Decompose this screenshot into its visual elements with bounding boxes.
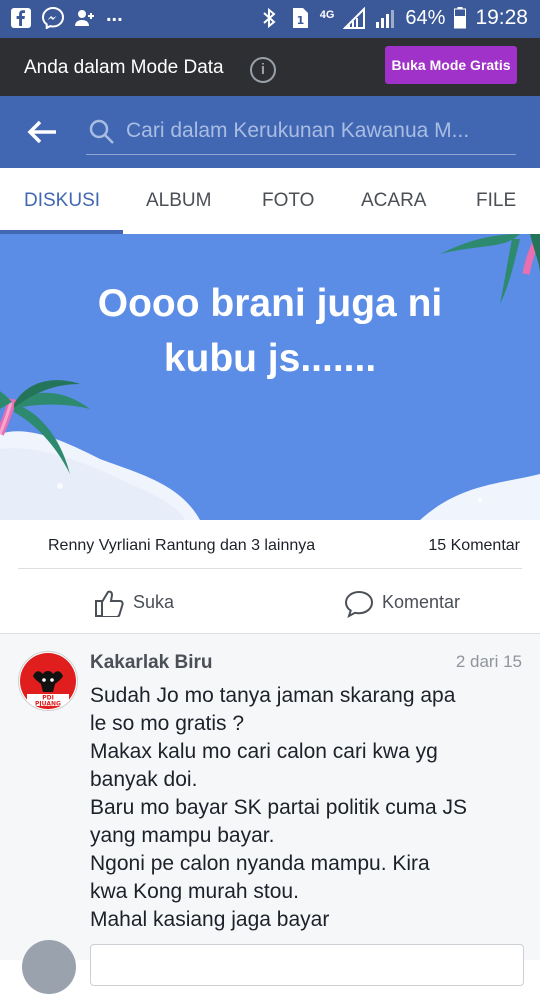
comment-line: Sudah Jo mo tanya jaman skarang apa xyxy=(90,684,456,707)
post-text: Oooo brani juga ni kubu js....... xyxy=(40,276,500,386)
tab-file[interactable]: FILE xyxy=(476,190,516,212)
tab-diskusi[interactable]: DISKUSI xyxy=(24,190,100,212)
network-type: 4G xyxy=(319,9,335,21)
facebook-icon xyxy=(11,8,31,28)
messenger-icon xyxy=(42,7,64,29)
like-icon[interactable] xyxy=(94,589,126,617)
post-text-line: kubu js....... xyxy=(163,337,377,380)
comment-line: kwa Kong murah stou. xyxy=(90,880,299,903)
back-arrow-icon[interactable] xyxy=(26,118,58,146)
signal-icon xyxy=(343,7,366,29)
clock: 19:28 xyxy=(475,6,528,29)
like-button[interactable]: Suka xyxy=(133,592,174,613)
tab-album[interactable]: ALBUM xyxy=(146,190,211,212)
divider xyxy=(18,568,522,569)
post-text-line: Oooo brani juga ni xyxy=(97,282,443,325)
add-friend-icon xyxy=(75,10,94,26)
comment-line: Mahal kasiang jaga bayar xyxy=(90,908,330,931)
signal-strength-icon xyxy=(376,10,395,28)
comment-line: Makax kalu mo cari calon cari kwa yg xyxy=(90,740,438,763)
comment-count[interactable]: 15 Komentar xyxy=(428,537,520,555)
tab-foto[interactable]: FOTO xyxy=(262,190,314,212)
search-icon xyxy=(89,119,114,144)
comment-icon[interactable] xyxy=(344,590,374,618)
group-tabs: DISKUSI ALBUM FOTO ACARA FILE xyxy=(0,168,540,235)
info-icon[interactable]: i xyxy=(250,57,276,83)
reaction-names[interactable]: Renny Vyrliani Rantung dan 3 lainnya xyxy=(48,537,315,555)
battery-level: 64% xyxy=(405,6,446,29)
comment-position: 2 dari 15 xyxy=(455,652,522,671)
sim1-icon: 1 xyxy=(292,8,308,28)
comment-button[interactable]: Komentar xyxy=(382,592,460,613)
notification-icons: ... xyxy=(10,3,123,29)
svg-text:PJUANG: PJUANG xyxy=(35,701,61,708)
bluetooth-icon xyxy=(263,7,276,29)
free-mode-button[interactable]: Buka Mode Gratis xyxy=(385,46,517,84)
tab-acara[interactable]: ACARA xyxy=(361,190,426,212)
comment-line: Ngoni pe calon nyanda mampu. Kira xyxy=(90,852,430,875)
search-input[interactable]: Cari dalam Kerukunan Kawanua M... xyxy=(126,119,516,143)
reply-input[interactable] xyxy=(90,944,524,986)
party-logo-icon: PDI PJUANG xyxy=(20,653,76,709)
status-bar: ... 1 4G 64% 19:28 xyxy=(0,0,540,38)
comment-body: Sudah Jo mo tanya jaman skarang apa le s… xyxy=(90,682,530,934)
comment-line: yang mampu bayar. xyxy=(90,824,275,847)
avatar[interactable]: PDI PJUANG xyxy=(18,651,78,711)
system-status: 1 4G 64% 19:28 xyxy=(258,6,528,30)
svg-text:1: 1 xyxy=(296,14,304,27)
more-notifications: ... xyxy=(106,3,123,26)
data-mode-text: Anda dalam Mode Data xyxy=(24,57,224,78)
battery-icon xyxy=(454,7,467,29)
comment-line: banyak doi. xyxy=(90,768,198,791)
comment-author[interactable]: Kakarlak Biru xyxy=(90,652,213,674)
comment-line: le so mo gratis ? xyxy=(90,712,245,735)
reply-avatar[interactable] xyxy=(22,940,76,994)
comment-line: Baru mo bayar SK partai politik cuma JS xyxy=(90,796,467,819)
